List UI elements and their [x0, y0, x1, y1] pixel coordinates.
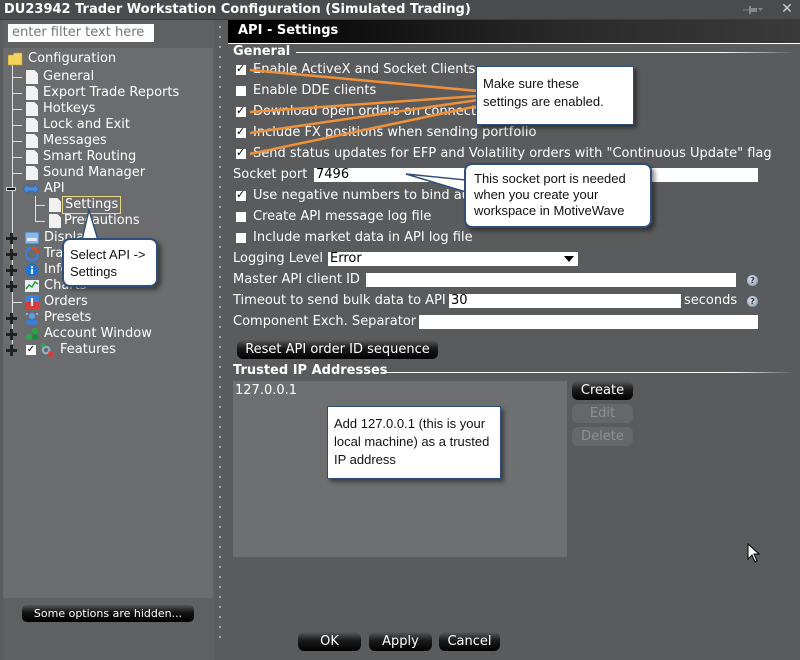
- callout-enable-settings: Make sure these settings are enabled.: [476, 66, 634, 125]
- folder-icon: [8, 52, 23, 66]
- panel-title: API - Settings: [238, 23, 339, 38]
- callout-trusted-ip: Add 127.0.0.1 (this is your local machin…: [327, 406, 501, 479]
- expand-icon[interactable]: [6, 313, 17, 324]
- checkbox-label: Enable DDE clients: [253, 83, 377, 98]
- tree-label: Orders: [44, 294, 88, 309]
- tree-label: Messages: [43, 133, 107, 148]
- tree-label: Precautions: [64, 213, 140, 228]
- account-window-icon: [26, 328, 38, 340]
- separator-input[interactable]: [419, 315, 758, 329]
- filter-input[interactable]: [8, 24, 154, 42]
- document-icon: [26, 86, 38, 100]
- ok-button[interactable]: OK: [298, 632, 361, 651]
- info-icon: [25, 263, 39, 277]
- document-icon: [26, 134, 38, 148]
- window-title: DU23942 Trader Workstation Configuration…: [4, 2, 471, 17]
- timeout-input[interactable]: [449, 294, 681, 308]
- expand-icon[interactable]: [6, 265, 17, 276]
- document-icon: [26, 166, 38, 180]
- cancel-button[interactable]: Cancel: [439, 632, 500, 651]
- checkbox[interactable]: [236, 212, 246, 222]
- checkbox-label: Include FX positions when sending portfo…: [253, 125, 537, 140]
- chevron-down-icon: [564, 256, 574, 262]
- master-client-label: Master API client ID: [233, 272, 360, 287]
- presets-icon: [26, 313, 38, 325]
- title-bar: DU23942 Trader Workstation Configuration…: [0, 0, 800, 20]
- tree-label: Presets: [44, 310, 92, 325]
- panel-header: API - Settings: [228, 20, 800, 44]
- hidden-options-button[interactable]: Some options are hidden...: [22, 605, 194, 622]
- logging-level-select[interactable]: Error: [328, 252, 578, 266]
- master-client-input[interactable]: [366, 273, 736, 287]
- checkbox[interactable]: [236, 233, 246, 243]
- checkbox[interactable]: [236, 104, 246, 118]
- splitter-handle[interactable]: [217, 22, 223, 642]
- expand-icon[interactable]: [6, 233, 17, 244]
- list-item[interactable]: 127.0.0.1: [235, 383, 297, 398]
- features-icon: [40, 343, 54, 357]
- reset-order-id-button[interactable]: Reset API order ID sequence: [237, 340, 438, 359]
- checkbox-label: Send status updates for EFP and Volatili…: [253, 146, 772, 161]
- tree-label: Account Window: [44, 326, 152, 341]
- document-icon: [26, 70, 38, 84]
- separator-label: Component Exch. Separator: [233, 314, 417, 329]
- display-icon: [25, 231, 39, 245]
- document-icon: [49, 198, 61, 212]
- edit-button[interactable]: Edit: [572, 404, 633, 423]
- tree-label: Hotkeys: [43, 101, 96, 116]
- document-icon: [26, 118, 38, 132]
- checkbox[interactable]: [236, 125, 246, 139]
- checkbox-label: Enable ActiveX and Socket Clients: [253, 62, 476, 77]
- document-icon: [26, 150, 38, 164]
- expand-icon[interactable]: [6, 249, 17, 260]
- section-divider: [383, 372, 795, 373]
- close-icon[interactable]: ✕: [780, 2, 794, 16]
- section-general: General: [233, 44, 291, 59]
- tree-label: API: [44, 181, 65, 196]
- expand-icon[interactable]: [6, 329, 17, 340]
- checkbox-label: Create API message log file: [253, 209, 432, 224]
- checkbox-label: Download open orders on connection: [253, 104, 496, 119]
- checkbox[interactable]: [236, 188, 246, 202]
- tree-label: Configuration: [28, 51, 117, 66]
- tree-label: General: [43, 69, 95, 84]
- api-arrows-icon: [23, 183, 39, 195]
- help-icon[interactable]: ?: [747, 296, 758, 307]
- timeout-label: Timeout to send bulk data to API: [233, 293, 446, 308]
- timeout-unit: seconds: [684, 293, 738, 308]
- logging-level-label: Logging Level: [233, 251, 324, 266]
- expand-icon[interactable]: [6, 345, 17, 356]
- tree-line: [35, 196, 36, 222]
- checkbox-label: Include market data in API log file: [253, 230, 473, 245]
- tree-label: Export Trade Reports: [43, 85, 180, 100]
- trading-icon: [25, 247, 39, 261]
- tree-label: Smart Routing: [43, 149, 137, 164]
- tree-label: Sound Manager: [43, 165, 146, 180]
- callout-socket-port: This socket port is needed when you crea…: [464, 163, 652, 228]
- help-icon[interactable]: ?: [747, 275, 758, 286]
- mouse-cursor-icon: [747, 543, 761, 563]
- create-button[interactable]: Create: [572, 381, 633, 400]
- checkbox[interactable]: [236, 62, 246, 76]
- document-icon: [26, 102, 38, 116]
- tree-label: Lock and Exit: [43, 117, 130, 132]
- features-checkbox[interactable]: ✓: [26, 345, 36, 355]
- callout-select-api: Select API -> Settings: [62, 238, 158, 287]
- document-icon: [49, 214, 61, 228]
- checkbox[interactable]: [236, 146, 246, 160]
- tree-label: Features: [60, 342, 116, 357]
- collapse-icon[interactable]: [6, 187, 16, 191]
- logging-level-value: Error: [330, 251, 362, 266]
- checkbox[interactable]: [236, 86, 246, 96]
- pin-icon[interactable]: [743, 5, 763, 15]
- apply-button[interactable]: Apply: [369, 632, 432, 651]
- section-divider: [296, 52, 796, 53]
- chart-icon: [25, 280, 39, 292]
- tree-label-selected: Settings: [62, 196, 122, 214]
- delete-button[interactable]: Delete: [572, 427, 633, 446]
- expand-icon[interactable]: [6, 281, 17, 292]
- socket-port-label: Socket port: [233, 167, 308, 182]
- section-trusted-ip: Trusted IP Addresses: [233, 363, 388, 378]
- orders-icon: [25, 295, 39, 309]
